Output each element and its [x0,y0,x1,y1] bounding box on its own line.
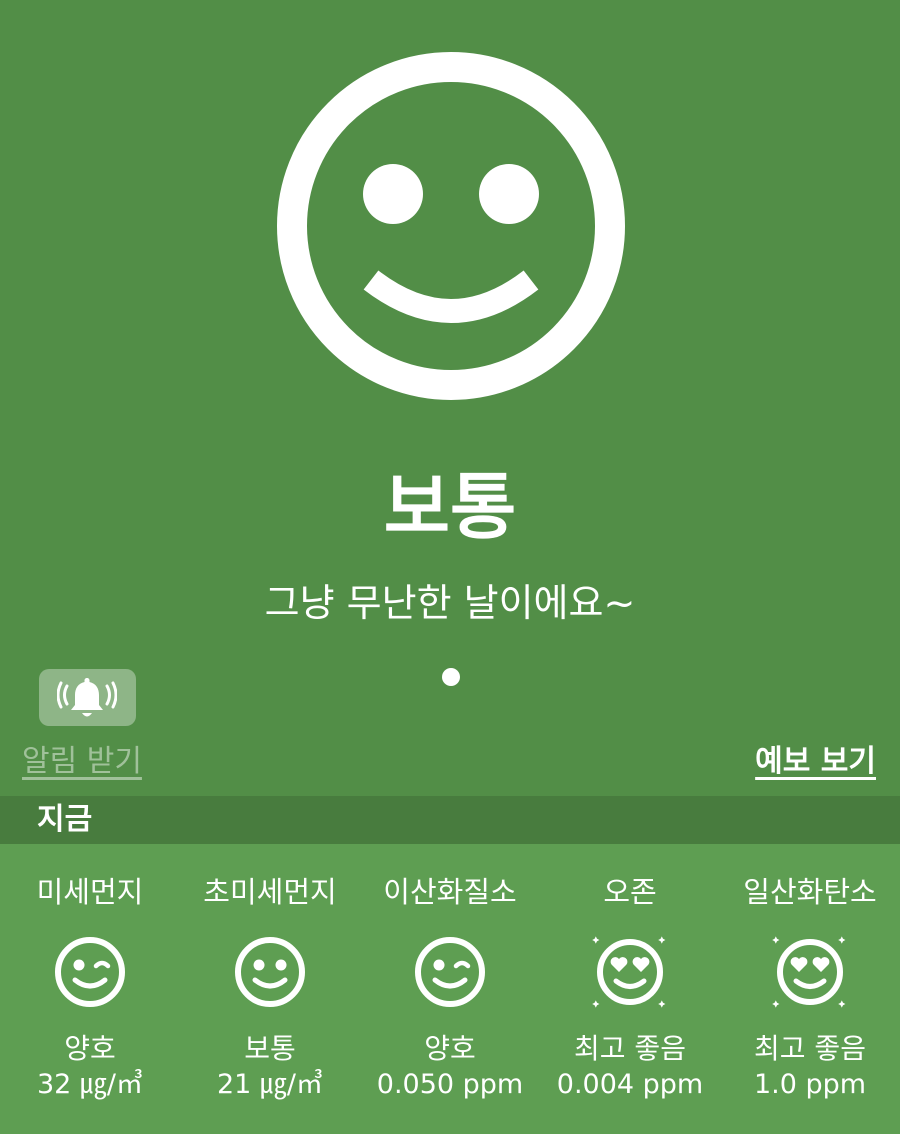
bell-ringing-icon [57,678,117,717]
pollutant-status: 최고 좋음 [754,1032,866,1065]
pollutant-name: 미세먼지 [36,875,144,909]
pollutant-value: 0.004 ppm [556,1069,704,1100]
alarm-label-link[interactable]: 알림 받기 [22,740,142,784]
smiley-face-icon [235,937,305,1007]
air-quality-status: 보통 [383,465,517,549]
pollutant-card-pm10[interactable]: 미세먼지 양호 32 ㎍/㎥ [0,844,180,1134]
pollutant-card-co[interactable]: 일산화탄소 최고 좋음 1.0 ppm [720,844,900,1134]
pollutant-name: 일산화탄소 [743,875,877,909]
heart-eyes-face-icon [592,936,666,1008]
pollutant-card-o3[interactable]: 오존 최고 좋음 0.004 ppm [540,844,720,1134]
page-indicator-dot [442,668,460,686]
winking-face-icon [415,937,485,1007]
hero-section: 보통 그냥 무난한 날이에요~ 알림 받기 예보 보기 [0,0,900,796]
winking-face-icon [55,937,125,1007]
alarm-button[interactable] [39,669,136,726]
pollutant-value: 21 ㎍/㎥ [216,1069,324,1100]
smiley-face-icon [277,52,625,400]
air-quality-message: 그냥 무난한 날이에요~ [264,581,636,625]
pollutant-panel: 미세먼지 양호 32 ㎍/㎥ 초미세먼지 보통 21 ㎍/㎥ 이산화질소 양호 [0,844,900,1134]
heart-eyes-face-icon [772,936,846,1008]
pollutant-name: 이산화질소 [383,875,517,909]
pollutant-status: 최고 좋음 [574,1032,686,1065]
pollutant-name: 오존 [603,875,657,909]
pollutant-value: 1.0 ppm [753,1069,867,1100]
pollutant-status: 양호 [64,1032,116,1065]
pollutant-status: 양호 [424,1032,476,1065]
forecast-link[interactable]: 예보 보기 [755,740,876,784]
pollutant-value: 0.050 ppm [376,1069,524,1100]
section-header-now: 지금 [0,796,900,844]
pollutant-value: 32 ㎍/㎥ [36,1069,144,1100]
pollutant-card-pm25[interactable]: 초미세먼지 보통 21 ㎍/㎥ [180,844,360,1134]
section-title: 지금 [37,802,93,837]
pollutant-card-no2[interactable]: 이산화질소 양호 0.050 ppm [360,844,540,1134]
pollutant-name: 초미세먼지 [203,875,337,909]
pollutant-status: 보통 [244,1032,296,1065]
